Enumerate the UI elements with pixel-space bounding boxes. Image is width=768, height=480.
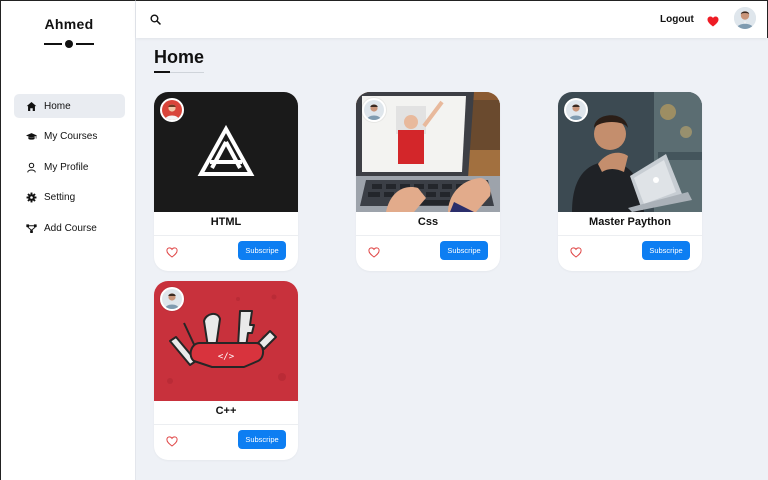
share-nodes-icon xyxy=(25,222,37,234)
sidebar-item-label: Home xyxy=(44,100,71,112)
heart-icon[interactable] xyxy=(707,14,719,27)
course-title: C++ xyxy=(215,405,237,417)
instructor-avatar xyxy=(160,98,184,122)
sidebar: Ahmed Home My Courses My Profile Setting… xyxy=(0,0,136,480)
card-divider xyxy=(558,235,702,236)
search-icon[interactable] xyxy=(147,11,163,27)
instructor-avatar xyxy=(564,98,588,122)
course-card-master-paython[interactable]: Master Paython Subscripe xyxy=(558,92,702,271)
instructor-avatar xyxy=(160,287,184,311)
avatar[interactable] xyxy=(734,7,756,29)
subscribe-button[interactable]: Subscripe xyxy=(440,241,488,260)
instructor-avatar xyxy=(362,98,386,122)
course-title: HTML xyxy=(210,216,242,228)
sidebar-item-label: My Courses xyxy=(44,131,98,142)
sidebar-item-label: My Profile xyxy=(44,161,89,173)
subscribe-button[interactable]: Subscripe xyxy=(238,430,286,449)
brand-name: Ahmed xyxy=(44,16,94,32)
heart-outline-icon[interactable] xyxy=(570,245,582,258)
sidebar-item-label: Setting xyxy=(44,192,76,203)
heart-outline-icon[interactable] xyxy=(166,434,178,447)
subscribe-button[interactable]: Subscripe xyxy=(238,241,286,260)
heart-outline-icon[interactable] xyxy=(166,245,178,258)
topbar: Logout xyxy=(136,0,768,38)
logout-button[interactable]: Logout xyxy=(660,14,694,25)
card-divider xyxy=(356,235,500,236)
course-title: Css xyxy=(417,216,439,228)
sidebar-item-add-course[interactable]: Add Course xyxy=(14,216,125,240)
sidebar-item-setting[interactable]: Setting xyxy=(14,186,125,210)
sidebar-item-my-profile[interactable]: My Profile xyxy=(14,155,125,179)
course-card-css[interactable]: Css Subscripe xyxy=(356,92,500,271)
user-icon xyxy=(25,161,37,173)
sidebar-nav: Home My Courses My Profile Setting Add C… xyxy=(14,94,125,247)
sidebar-item-home[interactable]: Home xyxy=(14,94,125,118)
home-icon xyxy=(25,100,37,112)
page-title: Home xyxy=(154,47,205,67)
subscribe-button[interactable]: Subscripe xyxy=(642,241,690,260)
sidebar-item-label: Add Course xyxy=(44,222,97,234)
course-card-cpp[interactable]: </> C++ Subscripe xyxy=(154,281,298,460)
svg-text:</>: </> xyxy=(218,352,235,362)
title-underline xyxy=(154,71,204,73)
heart-outline-icon[interactable] xyxy=(368,245,380,258)
course-title: Master Paython xyxy=(589,216,671,228)
course-card-html[interactable]: HTML Subscripe xyxy=(154,92,298,271)
card-divider xyxy=(154,424,298,425)
card-divider xyxy=(154,235,298,236)
gear-icon xyxy=(25,192,37,204)
sidebar-item-my-courses[interactable]: My Courses xyxy=(14,125,125,149)
graduation-cap-icon xyxy=(25,131,37,143)
brand-divider xyxy=(44,40,94,48)
